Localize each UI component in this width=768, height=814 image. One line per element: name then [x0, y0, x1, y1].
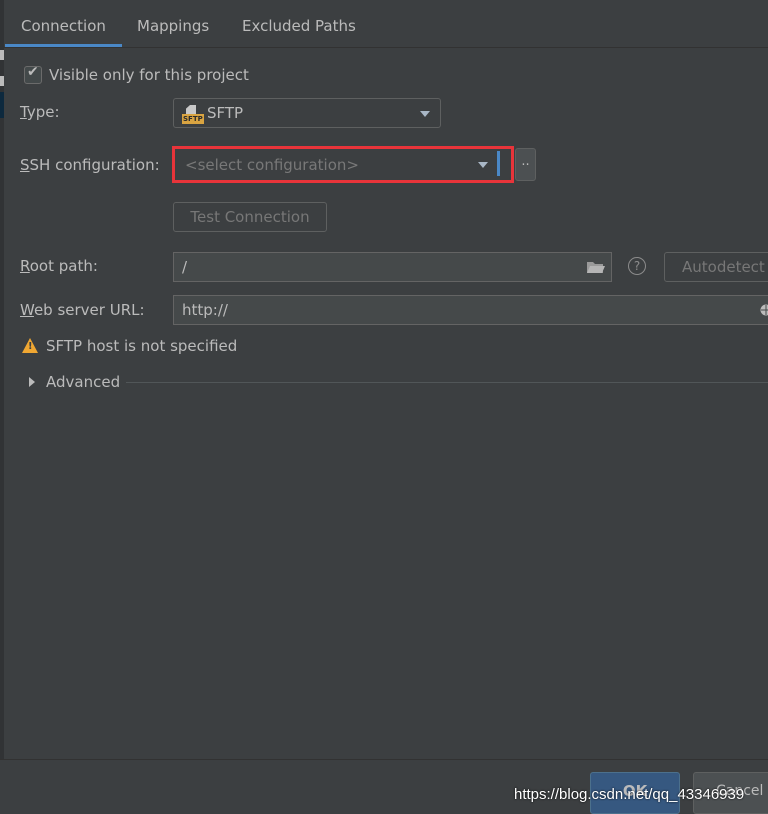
- advanced-separator: [126, 382, 768, 383]
- tab-connection[interactable]: Connection: [5, 0, 122, 47]
- autodetect-button[interactable]: Autodetect: [664, 252, 768, 282]
- left-panel-text-fragment: [0, 50, 4, 60]
- sftp-icon-tag: SFTP: [182, 114, 204, 124]
- type-label-rest: ype:: [26, 103, 60, 121]
- chevron-down-icon: [420, 111, 430, 117]
- type-label-mnemonic: T: [20, 103, 27, 121]
- type-label: Type:: [20, 103, 60, 121]
- web-label-mnemonic: W: [20, 301, 34, 319]
- root-label-mnemonic: R: [20, 257, 30, 275]
- sftp-icon: SFTP: [182, 105, 204, 124]
- left-panel-selection: [0, 92, 4, 118]
- web-server-url-value: http://: [182, 301, 228, 319]
- type-select-value: SFTP: [207, 104, 244, 122]
- help-icon[interactable]: ?: [628, 257, 646, 275]
- checkmark-icon: ✔: [27, 64, 39, 80]
- expand-arrow-icon[interactable]: [29, 377, 35, 387]
- ssh-config-label: SSH configuration:: [20, 156, 160, 174]
- root-label-rest: oot path:: [29, 257, 98, 275]
- type-select[interactable]: SFTP SFTP: [173, 98, 441, 128]
- visible-only-checkbox[interactable]: ✔: [24, 64, 42, 84]
- visible-only-label: Visible only for this project: [49, 66, 249, 84]
- annotation-highlight-box: [172, 146, 514, 183]
- ssh-label-rest: SH configuration:: [29, 156, 160, 174]
- tab-mappings[interactable]: Mappings: [137, 0, 209, 47]
- left-panel-text-fragment: [0, 76, 4, 86]
- tab-bar: Connection Mappings Excluded Paths: [4, 0, 768, 48]
- sftp-icon-stack: [186, 105, 196, 114]
- tab-mappings-label: Mappings: [137, 17, 210, 35]
- folder-icon[interactable]: [586, 260, 605, 275]
- active-tab-indicator: [5, 44, 122, 47]
- tab-excluded-paths-label: Excluded Paths: [242, 17, 356, 35]
- warning-icon: !: [22, 338, 38, 353]
- footer-divider: [0, 759, 768, 760]
- left-panel-edge: [0, 0, 4, 760]
- test-connection-button[interactable]: Test Connection: [173, 202, 327, 232]
- tab-connection-label: Connection: [21, 17, 106, 35]
- root-path-input[interactable]: /: [173, 252, 612, 282]
- web-label-rest: eb server URL:: [33, 301, 145, 319]
- ssh-label-mnemonic: S: [20, 156, 30, 174]
- advanced-section-toggle[interactable]: Advanced: [46, 373, 120, 391]
- globe-icon[interactable]: [760, 304, 768, 316]
- web-server-url-label: Web server URL:: [20, 301, 145, 319]
- warning-text: SFTP host is not specified: [46, 337, 238, 355]
- tab-excluded-paths[interactable]: Excluded Paths: [242, 0, 356, 47]
- root-path-label: Root path:: [20, 257, 98, 275]
- web-server-url-input[interactable]: http://: [173, 295, 768, 325]
- watermark-text: https://blog.csdn.net/qq_43346939: [514, 786, 745, 803]
- root-path-value: /: [182, 258, 188, 276]
- ssh-config-more-button[interactable]: ..: [515, 148, 536, 181]
